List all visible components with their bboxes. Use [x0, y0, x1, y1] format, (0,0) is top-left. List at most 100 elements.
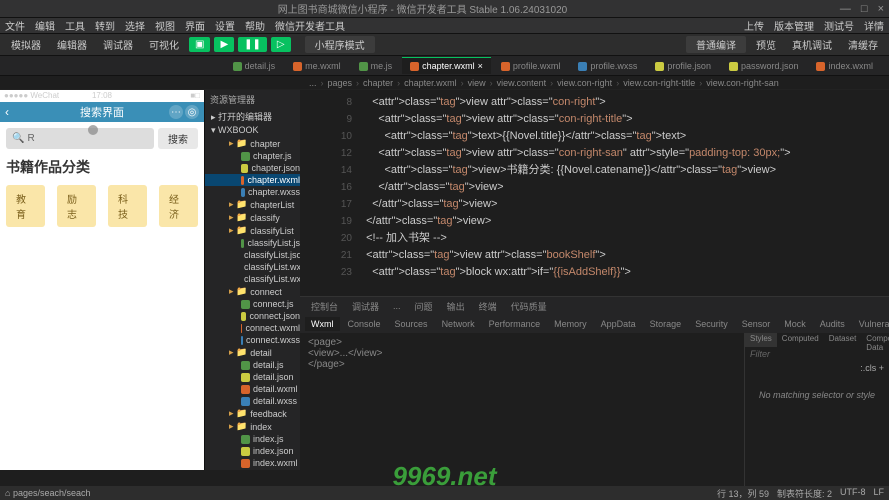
- editor-tab[interactable]: me.js: [351, 57, 401, 74]
- editor-tab[interactable]: me.wxml: [285, 57, 349, 74]
- breadcrumb-item[interactable]: view.con-right: [557, 78, 612, 88]
- folder-item[interactable]: ▸ 📁detail: [205, 346, 300, 359]
- code-line[interactable]: <attr">class="tag">view attr">class="con…: [360, 94, 889, 111]
- file-item[interactable]: connect.wxss: [205, 334, 300, 346]
- breadcrumb-item[interactable]: pages: [328, 78, 353, 88]
- folder-item[interactable]: ▸ 📁feedback: [205, 407, 300, 420]
- icon-btn-2[interactable]: ▶: [214, 37, 234, 52]
- tab-size[interactable]: 制表符长度: 2: [777, 487, 832, 500]
- breadcrumb-item[interactable]: ...: [309, 78, 317, 88]
- file-item[interactable]: connect.js: [205, 298, 300, 310]
- devtools-subtab[interactable]: Performance: [483, 317, 547, 331]
- code-line[interactable]: </attr">class="tag">view>: [360, 179, 889, 196]
- close-button[interactable]: ×: [878, 3, 884, 15]
- file-item[interactable]: index.json: [205, 445, 300, 457]
- code-line[interactable]: <!-- 加入书架 -->: [360, 230, 889, 247]
- maximize-button[interactable]: □: [861, 3, 868, 15]
- devtools-subtab[interactable]: Mock: [778, 317, 812, 331]
- menu-item[interactable]: 界面: [185, 18, 205, 33]
- icon-btn-1[interactable]: ▣: [189, 37, 210, 52]
- devtools-subtab[interactable]: Network: [436, 317, 481, 331]
- project-root[interactable]: ▾ WXBOOK: [205, 124, 300, 137]
- file-item[interactable]: connect.json: [205, 310, 300, 322]
- wxml-tree[interactable]: <page> <view>...</view></page>: [300, 333, 744, 486]
- icon-btn-4[interactable]: ▷: [271, 37, 291, 52]
- clear-cache-btn[interactable]: 清缓存: [842, 35, 884, 54]
- search-input[interactable]: 🔍R: [6, 128, 154, 149]
- visual-toggle[interactable]: 可视化: [143, 35, 185, 54]
- target-icon[interactable]: ◎: [185, 105, 199, 119]
- cursor-pos[interactable]: 行 13，列 59: [717, 487, 769, 500]
- code-line[interactable]: <attr">class="tag">view attr">class="con…: [360, 145, 889, 162]
- devtools-tab[interactable]: 代码质量: [505, 298, 553, 315]
- debugger-toggle[interactable]: 调试器: [97, 35, 139, 54]
- menu-item[interactable]: 设置: [215, 18, 235, 33]
- file-item[interactable]: chapter.wxss: [205, 186, 300, 198]
- folder-item[interactable]: ▸ 📁chapter: [205, 137, 300, 150]
- preview-btn[interactable]: 预览: [750, 35, 782, 54]
- menu-item[interactable]: 上传: [744, 18, 764, 33]
- folder-item[interactable]: ▸ 📁chapterList: [205, 198, 300, 211]
- file-item[interactable]: index.wxml: [205, 457, 300, 469]
- breadcrumb-item[interactable]: chapter: [363, 78, 393, 88]
- folder-item[interactable]: ▸ 📁classifyList: [205, 224, 300, 237]
- page-path[interactable]: ⌂ pages/seach/seach: [5, 488, 91, 498]
- editor-tab[interactable]: profile.json: [647, 57, 719, 74]
- devtools-subtab[interactable]: Sources: [389, 317, 434, 331]
- search-button[interactable]: 搜索: [158, 128, 198, 149]
- editor-tab[interactable]: profile.wxml: [493, 57, 569, 74]
- file-item[interactable]: index.js: [205, 433, 300, 445]
- file-item[interactable]: detail.wxss: [205, 395, 300, 407]
- folder-item[interactable]: ▸ 📁connect: [205, 285, 300, 298]
- simulator-toggle[interactable]: 模拟器: [5, 35, 47, 54]
- devtools-subtab[interactable]: Memory: [548, 317, 593, 331]
- devtools-subtab[interactable]: Console: [342, 317, 387, 331]
- file-item[interactable]: detail.js: [205, 359, 300, 371]
- code-line[interactable]: </attr">class="tag">view>: [360, 213, 889, 230]
- file-item[interactable]: classifyList.js: [205, 237, 300, 249]
- menu-item[interactable]: 工具: [65, 18, 85, 33]
- devtools-subtab[interactable]: Wxml: [305, 317, 340, 331]
- devtools-tab[interactable]: ...: [387, 299, 407, 313]
- mode-select[interactable]: 小程序模式: [305, 36, 375, 53]
- remote-debug-btn[interactable]: 真机调试: [786, 35, 838, 54]
- file-item[interactable]: detail.json: [205, 371, 300, 383]
- editor-tab[interactable]: profile.wxss: [570, 57, 645, 74]
- category-chip[interactable]: 经济: [159, 185, 198, 227]
- minimize-button[interactable]: —: [840, 3, 851, 15]
- menu-item[interactable]: 微信开发者工具: [275, 18, 345, 33]
- category-chip[interactable]: 励志: [57, 185, 96, 227]
- drag-handle-icon[interactable]: [88, 125, 98, 135]
- menu-item[interactable]: 详情: [864, 18, 884, 33]
- devtools-subtab[interactable]: Security: [689, 317, 734, 331]
- devtools-subtab[interactable]: AppData: [595, 317, 642, 331]
- editor-tab[interactable]: chapter.wxml×: [402, 57, 491, 74]
- code-line[interactable]: <attr">class="tag">view>书籍分类: {{Novel.ca…: [360, 162, 889, 179]
- icon-btn-3[interactable]: ❚❚: [238, 37, 267, 52]
- file-item[interactable]: chapter.wxml: [205, 174, 300, 186]
- folder-item[interactable]: ▸ 📁classify: [205, 211, 300, 224]
- editor-tab[interactable]: index.wxml: [808, 57, 881, 74]
- file-item[interactable]: classifyList.json: [205, 249, 300, 261]
- breadcrumb-item[interactable]: view.content: [497, 78, 547, 88]
- menu-item[interactable]: 文件: [5, 18, 25, 33]
- code-line[interactable]: <attr">class="tag">block wx:attr">if="{{…: [360, 264, 889, 281]
- file-item[interactable]: detail.wxml: [205, 383, 300, 395]
- style-tab[interactable]: Styles: [745, 333, 777, 347]
- menu-item[interactable]: 编辑: [35, 18, 55, 33]
- devtools-subtab[interactable]: Vulnerability: [853, 317, 889, 331]
- menu-item[interactable]: 版本管理: [774, 18, 814, 33]
- close-icon[interactable]: ×: [478, 61, 483, 71]
- editor-tab[interactable]: password.json: [721, 57, 807, 74]
- file-item[interactable]: index.wxss: [205, 469, 300, 470]
- menu-item[interactable]: 帮助: [245, 18, 265, 33]
- style-tab[interactable]: Computed: [777, 333, 824, 347]
- code-line[interactable]: <attr">class="tag">view attr">class="boo…: [360, 247, 889, 264]
- editor-toggle[interactable]: 编辑器: [51, 35, 93, 54]
- devtools-subtab[interactable]: Audits: [814, 317, 851, 331]
- encoding[interactable]: UTF-8: [840, 487, 866, 500]
- code-line[interactable]: <attr">class="tag">text>{{Novel.title}}<…: [360, 128, 889, 145]
- editor-tab[interactable]: detail.js: [225, 57, 284, 74]
- devtools-tab[interactable]: 输出: [441, 298, 471, 315]
- file-item[interactable]: classifyList.wxss: [205, 273, 300, 285]
